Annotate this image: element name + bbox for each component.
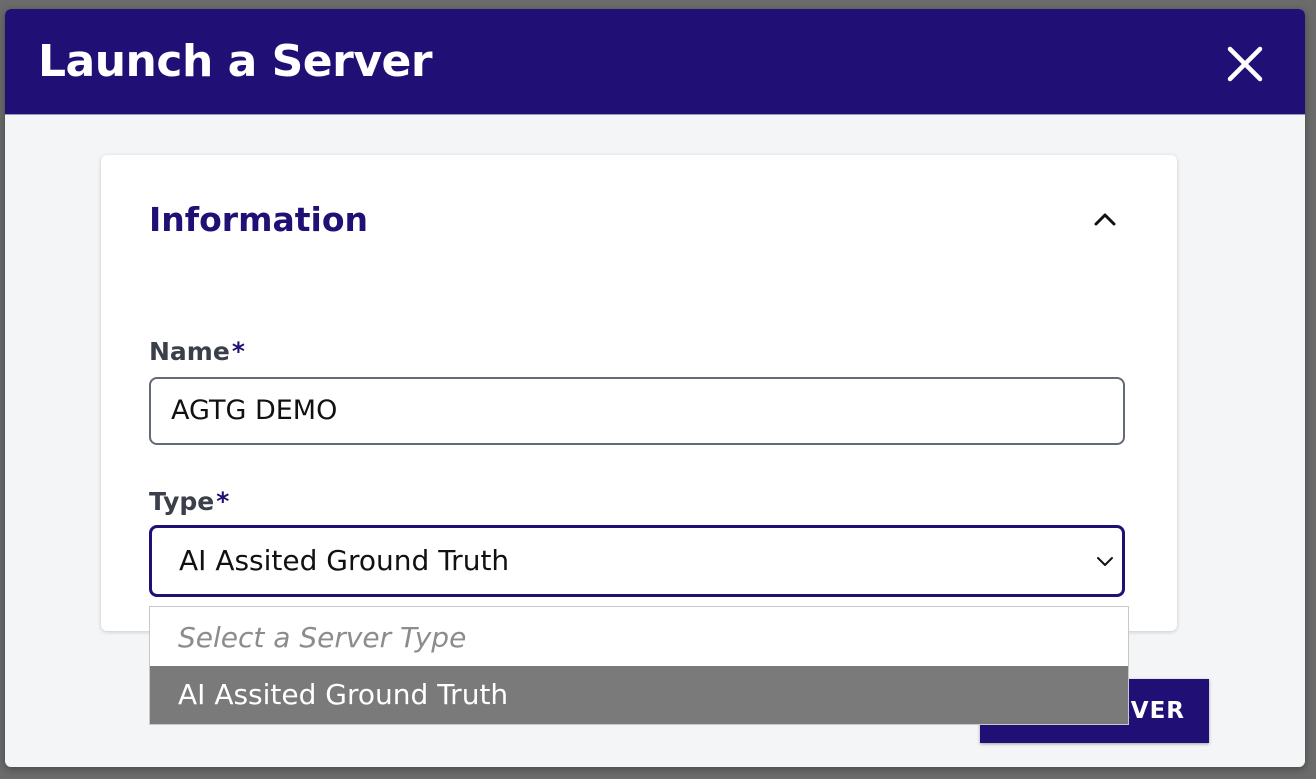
type-field-label: Type* <box>149 485 229 519</box>
chevron-up-icon <box>1094 213 1116 226</box>
modal-title: Launch a Server <box>38 36 433 87</box>
name-input[interactable]: AGTG DEMO <box>149 377 1125 445</box>
type-label-text: Type <box>149 487 215 516</box>
type-select-value: AI Assited Ground Truth <box>179 544 510 577</box>
chevron-down-icon <box>1097 557 1113 566</box>
collapse-section-button[interactable] <box>1091 205 1119 233</box>
type-select[interactable]: AI Assited Ground Truth <box>149 525 1125 597</box>
name-label-text: Name <box>149 337 230 366</box>
modal-header: Launch a Server <box>5 9 1305 115</box>
dropdown-option-ai-assisted-ground-truth[interactable]: AI Assited Ground Truth <box>150 666 1128 724</box>
close-icon <box>1227 46 1263 82</box>
required-asterisk: * <box>216 487 230 516</box>
dropdown-option-placeholder[interactable]: Select a Server Type <box>150 609 1128 667</box>
information-card: Information Name* AGTG DEMO Type* AI Ass… <box>101 155 1177 631</box>
required-asterisk: * <box>231 337 245 366</box>
type-dropdown-list: Select a Server Type AI Assited Ground T… <box>149 606 1129 725</box>
name-field-label: Name* <box>149 335 245 369</box>
section-title: Information <box>149 200 368 239</box>
close-button[interactable] <box>1221 40 1269 88</box>
